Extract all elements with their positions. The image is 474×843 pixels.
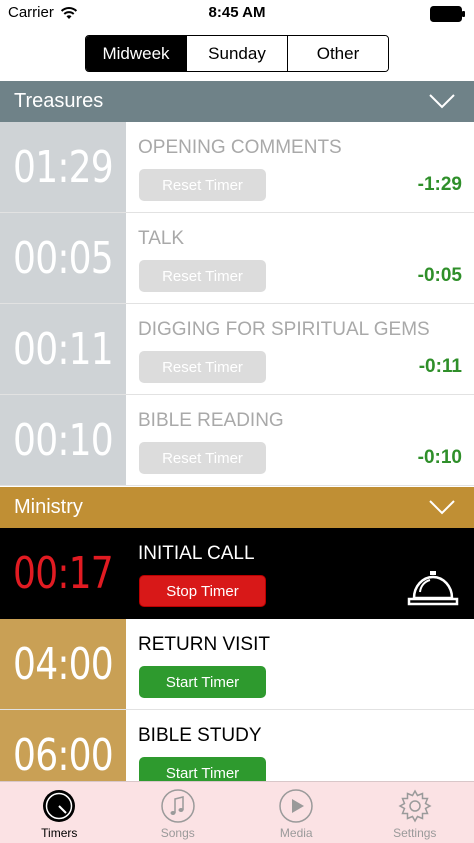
time-delta: -1:29	[417, 174, 462, 195]
time-delta: -0:10	[417, 447, 462, 468]
gear-icon	[398, 789, 432, 823]
ministry-section-title: Ministry	[14, 496, 83, 518]
play-icon	[279, 789, 313, 823]
chevron-down-icon[interactable]	[428, 92, 456, 110]
tab-label: Settings	[393, 826, 437, 840]
timer-display: 01:29	[13, 141, 114, 193]
part-title: INITIAL CALL	[138, 543, 255, 564]
tab-timers[interactable]: Timers	[0, 782, 119, 843]
tab-label: Songs	[160, 826, 195, 840]
time-delta: -0:11	[418, 356, 462, 377]
music-note-icon	[161, 789, 195, 823]
timer-row-talk: 00:05 TALK Reset Timer -0:05	[0, 213, 474, 304]
part-title: BIBLE READING	[138, 410, 284, 431]
timer-row-opening-comments: 01:29 OPENING COMMENTS Reset Timer -1:29	[0, 122, 474, 213]
treasures-section-header[interactable]: Treasures	[0, 81, 474, 122]
timer-display-box: 00:11	[0, 304, 126, 394]
part-title: OPENING COMMENTS	[138, 137, 342, 158]
stop-timer-button[interactable]: Stop Timer	[139, 575, 266, 607]
bell-icon[interactable]	[406, 568, 460, 608]
timer-display: 00:17	[13, 547, 114, 599]
reset-timer-button[interactable]: Reset Timer	[139, 260, 266, 292]
meeting-type-segmented-control: Midweek Sunday Other	[85, 35, 389, 72]
timer-display: 00:10	[13, 414, 114, 466]
timer-row-bible-reading: 00:10 BIBLE READING Reset Timer -0:10	[0, 395, 474, 486]
timer-display: 00:05	[13, 232, 114, 284]
tab-label: Media	[279, 826, 313, 840]
timer-row-initial-call: 00:17 INITIAL CALL Stop Timer	[0, 528, 474, 619]
timer-display-box: 00:10	[0, 395, 126, 485]
segment-midweek[interactable]: Midweek	[86, 36, 187, 71]
part-title: TALK	[138, 228, 185, 249]
tab-songs[interactable]: Songs	[119, 782, 238, 843]
timer-display-box: 00:17	[0, 528, 126, 618]
reset-timer-button[interactable]: Reset Timer	[139, 351, 266, 383]
treasures-section-title: Treasures	[14, 90, 104, 112]
reset-timer-button[interactable]: Reset Timer	[139, 169, 266, 201]
timer-display-box: 04:00	[0, 619, 126, 709]
battery-icon	[430, 6, 465, 22]
timer-row-return-visit: 04:00 RETURN VISIT Start Timer	[0, 619, 474, 710]
segment-other[interactable]: Other	[288, 36, 388, 71]
tab-label: Timers	[41, 826, 78, 840]
tab-bar: Timers Songs Media Settings	[0, 781, 474, 843]
timer-display-box: 01:29	[0, 122, 126, 212]
time-delta: -0:05	[417, 265, 462, 286]
status-time: 8:45 AM	[208, 4, 266, 21]
tab-media[interactable]: Media	[237, 782, 356, 843]
start-timer-button[interactable]: Start Timer	[139, 666, 266, 698]
part-title: BIBLE STUDY	[138, 725, 262, 746]
tab-settings[interactable]: Settings	[356, 782, 474, 843]
timer-display: 00:11	[13, 323, 114, 375]
reset-timer-button[interactable]: Reset Timer	[139, 442, 266, 474]
timer-row-digging-for-spiritual-gems: 00:11 DIGGING FOR SPIRITUAL GEMS Reset T…	[0, 304, 474, 395]
timer-display: 04:00	[13, 638, 114, 690]
stopwatch-icon	[43, 790, 76, 822]
part-title: RETURN VISIT	[138, 634, 270, 655]
segment-sunday[interactable]: Sunday	[187, 36, 288, 71]
timer-display-box: 00:05	[0, 213, 126, 303]
status-bar: Carrier 8:45 AM	[0, 0, 474, 28]
ministry-section-header[interactable]: Ministry	[0, 487, 474, 528]
chevron-down-icon[interactable]	[428, 498, 456, 516]
part-title: DIGGING FOR SPIRITUAL GEMS	[138, 319, 430, 340]
